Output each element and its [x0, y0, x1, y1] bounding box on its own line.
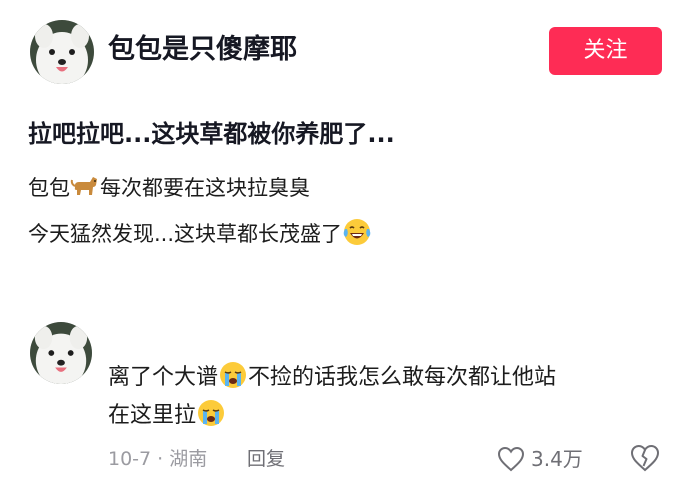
crying-emoji-icon — [218, 360, 248, 390]
post-body-line: 包包 每次都要在这块拉臭臭 — [28, 170, 310, 206]
laughing-tears-emoji-icon — [342, 217, 372, 247]
author-name[interactable]: 包包是只傻摩耶 — [108, 28, 297, 72]
author-avatar[interactable] — [30, 20, 94, 84]
samoyed-photo-icon — [30, 322, 92, 384]
comment-date-location: 10-7 · 湖南 — [108, 448, 208, 470]
post-body-text: 包包 — [28, 176, 70, 200]
comment-text-line: 在这里拉 — [108, 396, 226, 436]
crying-emoji-icon — [196, 398, 226, 428]
heart-outline-icon — [497, 446, 525, 472]
comment-text: 在这里拉 — [108, 403, 197, 428]
like-count: 3.4万 — [531, 447, 583, 471]
comment-text: 不捡的话我怎么敢每次都让他站 — [248, 365, 557, 390]
post-title: 拉吧拉吧...这块草都被你养肥了... — [28, 120, 395, 148]
dog-emoji-icon — [70, 171, 100, 201]
comment-text: 离了个大谱 — [108, 365, 219, 390]
broken-heart-icon[interactable] — [630, 444, 660, 472]
follow-button[interactable]: 关注 — [549, 27, 662, 75]
like-button[interactable]: 3.4万 — [497, 443, 583, 475]
commenter-avatar[interactable] — [30, 322, 92, 384]
post-body-text: 每次都要在这块拉臭臭 — [100, 176, 310, 200]
samoyed-photo-icon — [30, 20, 94, 84]
post-body-line: 今天猛然发现...这块草都长茂盛了 — [28, 216, 372, 252]
post-body-text: 今天猛然发现...这块草都长茂盛了 — [28, 222, 343, 246]
comment-text-line: 离了个大谱 不捡的话我怎么敢每次都让他站 — [108, 358, 556, 398]
reply-button[interactable]: 回复 — [247, 444, 285, 474]
